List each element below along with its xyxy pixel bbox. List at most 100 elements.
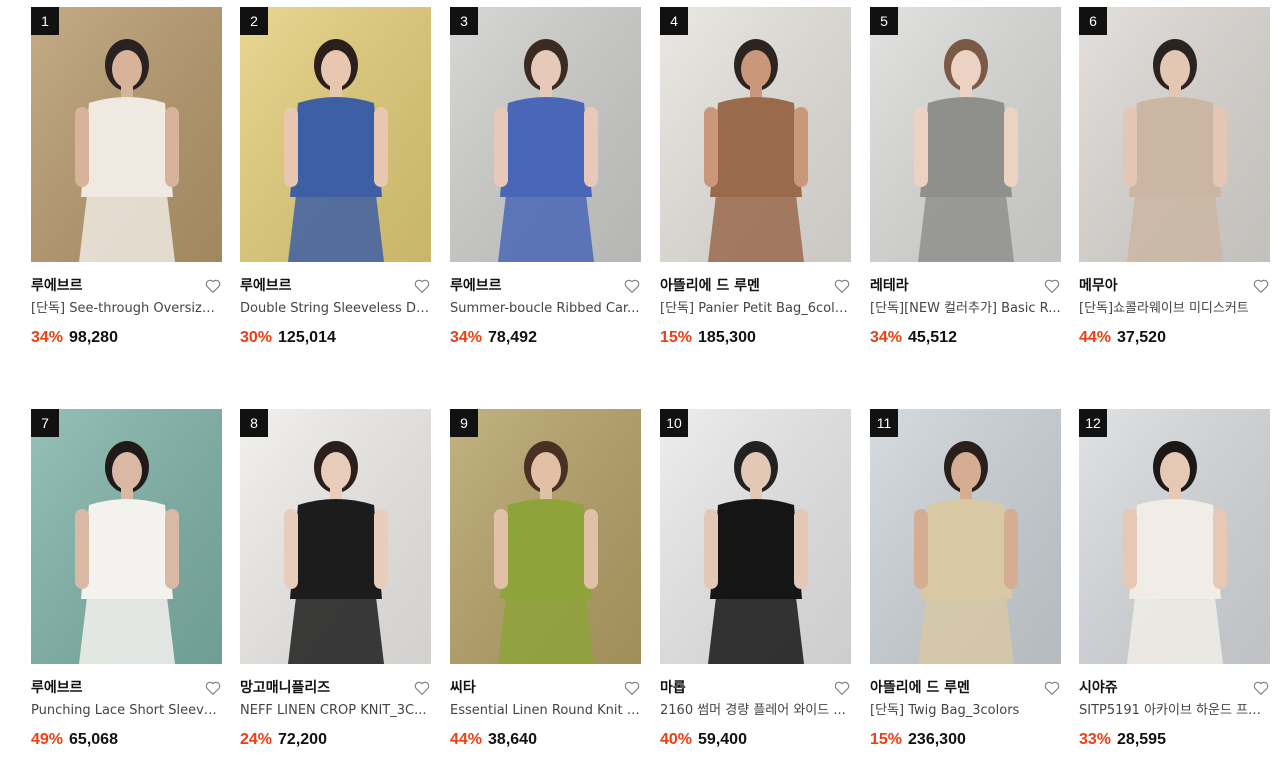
product-image[interactable]: 6: [1079, 7, 1270, 262]
price-row: 40% 59,400: [660, 730, 851, 750]
brand-name[interactable]: 망고매니플리즈: [240, 678, 431, 698]
discount-rate: 44%: [1079, 329, 1112, 346]
product-photo-illustration: [240, 7, 431, 262]
product-card[interactable]: 12 시야쥬 SITP5191 아카이브 하운드 프린... 33% 28,595: [1079, 409, 1270, 750]
product-card[interactable]: 8 망고매니플리즈 NEFF LINEN CROP KNIT_3C... 24%…: [240, 409, 431, 750]
sale-price: 45,512: [908, 329, 957, 346]
product-ranking-grid: 1 루에브르 [단독] See-through Oversize... 34% 9…: [0, 0, 1283, 771]
product-photo-illustration: [660, 409, 851, 664]
rank-badge: 9: [450, 409, 478, 437]
discount-rate: 34%: [450, 329, 483, 346]
sale-price: 37,520: [1117, 329, 1166, 346]
product-title[interactable]: [단독] Panier Petit Bag_6colors: [660, 301, 851, 317]
product-image[interactable]: 8: [240, 409, 431, 664]
product-card[interactable]: 7 루에브르 Punching Lace Short Sleeve ... 49…: [31, 409, 222, 750]
product-photo-illustration: [240, 409, 431, 664]
heart-outline-icon[interactable]: [413, 277, 431, 295]
heart-outline-icon[interactable]: [413, 679, 431, 697]
product-image[interactable]: 5: [870, 7, 1061, 262]
price-row: 15% 185,300: [660, 328, 851, 348]
product-title[interactable]: [단독] See-through Oversize...: [31, 301, 222, 317]
product-card[interactable]: 2 루에브르 Double String Sleeveless Dr... 30…: [240, 7, 431, 348]
heart-outline-icon[interactable]: [1043, 277, 1061, 295]
heart-outline-icon[interactable]: [623, 679, 641, 697]
product-card[interactable]: 6 메무아 [단독]쇼콜라웨이브 미디스커트 44% 37,520: [1079, 7, 1270, 348]
rank-badge: 5: [870, 7, 898, 35]
product-image[interactable]: 11: [870, 409, 1061, 664]
product-image[interactable]: 7: [31, 409, 222, 664]
heart-outline-icon[interactable]: [1252, 277, 1270, 295]
product-title[interactable]: [단독][NEW 컬러추가] Basic R...: [870, 301, 1061, 317]
heart-outline-icon[interactable]: [833, 679, 851, 697]
sale-price: 38,640: [488, 731, 537, 748]
product-title[interactable]: Punching Lace Short Sleeve ...: [31, 703, 222, 719]
product-title[interactable]: NEFF LINEN CROP KNIT_3C...: [240, 703, 431, 719]
product-title[interactable]: [단독]쇼콜라웨이브 미디스커트: [1079, 301, 1270, 317]
rank-badge: 10: [660, 409, 688, 437]
heart-outline-icon[interactable]: [623, 277, 641, 295]
product-title[interactable]: Essential Linen Round Knit C...: [450, 703, 641, 719]
brand-name[interactable]: 시야쥬: [1079, 678, 1270, 698]
product-image[interactable]: 3: [450, 7, 641, 262]
rank-badge: 8: [240, 409, 268, 437]
price-row: 30% 125,014: [240, 328, 431, 348]
brand-name[interactable]: 아뜰리에 드 루멘: [660, 276, 851, 296]
product-photo-illustration: [660, 7, 851, 262]
sale-price: 59,400: [698, 731, 747, 748]
product-photo-illustration: [870, 409, 1061, 664]
heart-outline-icon[interactable]: [1043, 679, 1061, 697]
brand-name[interactable]: 루에브르: [31, 678, 222, 698]
brand-name[interactable]: 씨타: [450, 678, 641, 698]
product-title[interactable]: 2160 썸머 경량 플레어 와이드 ...: [660, 703, 851, 719]
product-photo-illustration: [31, 7, 222, 262]
brand-name[interactable]: 마롭: [660, 678, 851, 698]
product-image[interactable]: 12: [1079, 409, 1270, 664]
discount-rate: 15%: [870, 731, 903, 748]
heart-outline-icon[interactable]: [833, 277, 851, 295]
product-image[interactable]: 2: [240, 7, 431, 262]
price-row: 44% 37,520: [1079, 328, 1270, 348]
heart-outline-icon[interactable]: [204, 277, 222, 295]
discount-rate: 33%: [1079, 731, 1112, 748]
brand-name[interactable]: 아뜰리에 드 루멘: [870, 678, 1061, 698]
product-card[interactable]: 1 루에브르 [단독] See-through Oversize... 34% 9…: [31, 7, 222, 348]
heart-outline-icon[interactable]: [204, 679, 222, 697]
brand-name[interactable]: 루에브르: [450, 276, 641, 296]
rank-badge: 2: [240, 7, 268, 35]
product-image[interactable]: 9: [450, 409, 641, 664]
rank-badge: 7: [31, 409, 59, 437]
price-row: 44% 38,640: [450, 730, 641, 750]
product-image[interactable]: 1: [31, 7, 222, 262]
brand-name[interactable]: 루에브르: [31, 276, 222, 296]
brand-name[interactable]: 메무아: [1079, 276, 1270, 296]
product-image[interactable]: 10: [660, 409, 851, 664]
brand-name[interactable]: 레테라: [870, 276, 1061, 296]
rank-badge: 3: [450, 7, 478, 35]
product-image[interactable]: 4: [660, 7, 851, 262]
price-row: 33% 28,595: [1079, 730, 1270, 750]
product-photo-illustration: [1079, 409, 1270, 664]
product-card[interactable]: 9 씨타 Essential Linen Round Knit C... 44%…: [450, 409, 641, 750]
product-title[interactable]: Double String Sleeveless Dr...: [240, 301, 431, 317]
rank-badge: 1: [31, 7, 59, 35]
sale-price: 65,068: [69, 731, 118, 748]
price-row: 24% 72,200: [240, 730, 431, 750]
product-title[interactable]: Summer-boucle Ribbed Car...: [450, 301, 641, 317]
sale-price: 236,300: [908, 731, 966, 748]
sale-price: 98,280: [69, 329, 118, 346]
product-card[interactable]: 5 레테라 [단독][NEW 컬러추가] Basic R... 34% 45,51…: [870, 7, 1061, 348]
product-card[interactable]: 3 루에브르 Summer-boucle Ribbed Car... 34% 78…: [450, 7, 641, 348]
product-card[interactable]: 4 아뜰리에 드 루멘 [단독] Panier Petit Bag_6color…: [660, 7, 851, 348]
heart-outline-icon[interactable]: [1252, 679, 1270, 697]
price-row: 34% 98,280: [31, 328, 222, 348]
product-title[interactable]: SITP5191 아카이브 하운드 프린...: [1079, 703, 1270, 719]
discount-rate: 49%: [31, 731, 64, 748]
rank-badge: 11: [870, 409, 898, 437]
brand-name[interactable]: 루에브르: [240, 276, 431, 296]
product-card[interactable]: 10 마롭 2160 썸머 경량 플레어 와이드 ... 40% 59,400: [660, 409, 851, 750]
product-title[interactable]: [단독] Twig Bag_3colors: [870, 703, 1061, 719]
discount-rate: 15%: [660, 329, 693, 346]
product-photo-illustration: [450, 409, 641, 664]
sale-price: 125,014: [278, 329, 336, 346]
product-card[interactable]: 11 아뜰리에 드 루멘 [단독] Twig Bag_3colors 15% 23…: [870, 409, 1061, 750]
